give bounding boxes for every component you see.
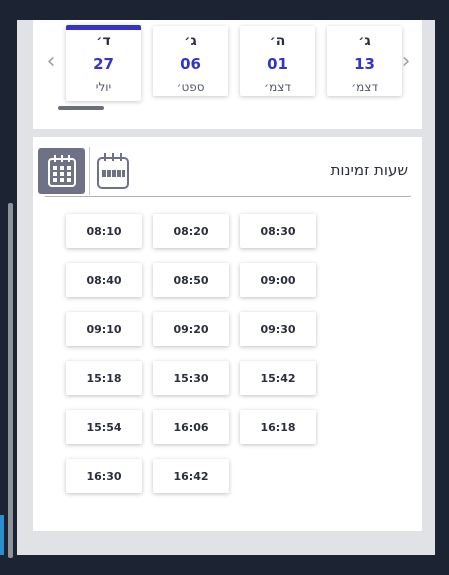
horizontal-scrollbar[interactable] — [58, 106, 104, 110]
time-slot[interactable]: 09:30 — [240, 312, 316, 346]
time-slot[interactable]: 08:10 — [66, 214, 142, 248]
time-slot[interactable]: 15:30 — [153, 361, 229, 395]
available-times: שעות זמינות 08:30 08:20 08:10 09:00 08:5… — [33, 137, 422, 531]
time-slot[interactable]: 16:30 — [66, 459, 142, 493]
date-month: דצמ׳ — [264, 80, 291, 94]
calendar-week-icon — [97, 153, 129, 189]
view-divider — [89, 147, 90, 195]
time-slot[interactable]: 15:42 — [240, 361, 316, 395]
date-tile[interactable]: ה׳ 01 דצמ׳ — [240, 26, 315, 96]
time-slot[interactable]: 15:54 — [66, 410, 142, 444]
date-weekday: ג׳ — [184, 33, 197, 49]
date-weekday: ה׳ — [269, 33, 286, 49]
vertical-scrollbar[interactable] — [8, 203, 13, 558]
date-tile[interactable]: ג׳ 06 ספט׳ — [153, 26, 228, 96]
date-day: 01 — [267, 55, 288, 73]
time-slot[interactable]: 08:50 — [153, 263, 229, 297]
available-times-title: שעות זמינות — [330, 161, 408, 179]
date-tile[interactable]: ג׳ 13 דצמ׳ — [327, 26, 402, 96]
time-slot[interactable]: 08:20 — [153, 214, 229, 248]
calendar-grid-icon — [47, 155, 76, 187]
time-slot[interactable]: 16:18 — [240, 410, 316, 444]
date-weekday: ג׳ — [358, 33, 371, 49]
time-slot[interactable]: 08:30 — [240, 214, 316, 248]
title-divider — [45, 196, 411, 197]
week-view-button[interactable] — [95, 150, 131, 192]
date-day: 13 — [354, 55, 375, 73]
time-slot[interactable]: 09:20 — [153, 312, 229, 346]
chevron-left-icon[interactable]: ‹ — [42, 48, 60, 74]
time-slot[interactable]: 16:06 — [153, 410, 229, 444]
date-day: 06 — [180, 55, 201, 73]
date-month: יולי — [95, 80, 112, 94]
time-slot[interactable]: 08:40 — [66, 263, 142, 297]
date-tile[interactable]: ד׳ 27 יולי — [66, 25, 141, 101]
time-slot[interactable]: 09:00 — [240, 263, 316, 297]
date-selector: ‹ ד׳ 27 יולי ג׳ 06 ספט׳ ה׳ 01 דצמ׳ ג׳ 13… — [33, 20, 422, 129]
date-month: ספט׳ — [176, 80, 205, 94]
chevron-right-icon[interactable]: › — [397, 48, 415, 74]
time-slot[interactable]: 16:42 — [153, 459, 229, 493]
date-weekday: ד׳ — [96, 33, 111, 49]
date-month: דצמ׳ — [351, 80, 378, 94]
time-slot[interactable]: 15:18 — [66, 361, 142, 395]
month-view-button[interactable] — [38, 148, 85, 194]
time-slot[interactable]: 09:10 — [66, 312, 142, 346]
side-accent — [0, 515, 4, 555]
date-day: 27 — [93, 55, 114, 73]
